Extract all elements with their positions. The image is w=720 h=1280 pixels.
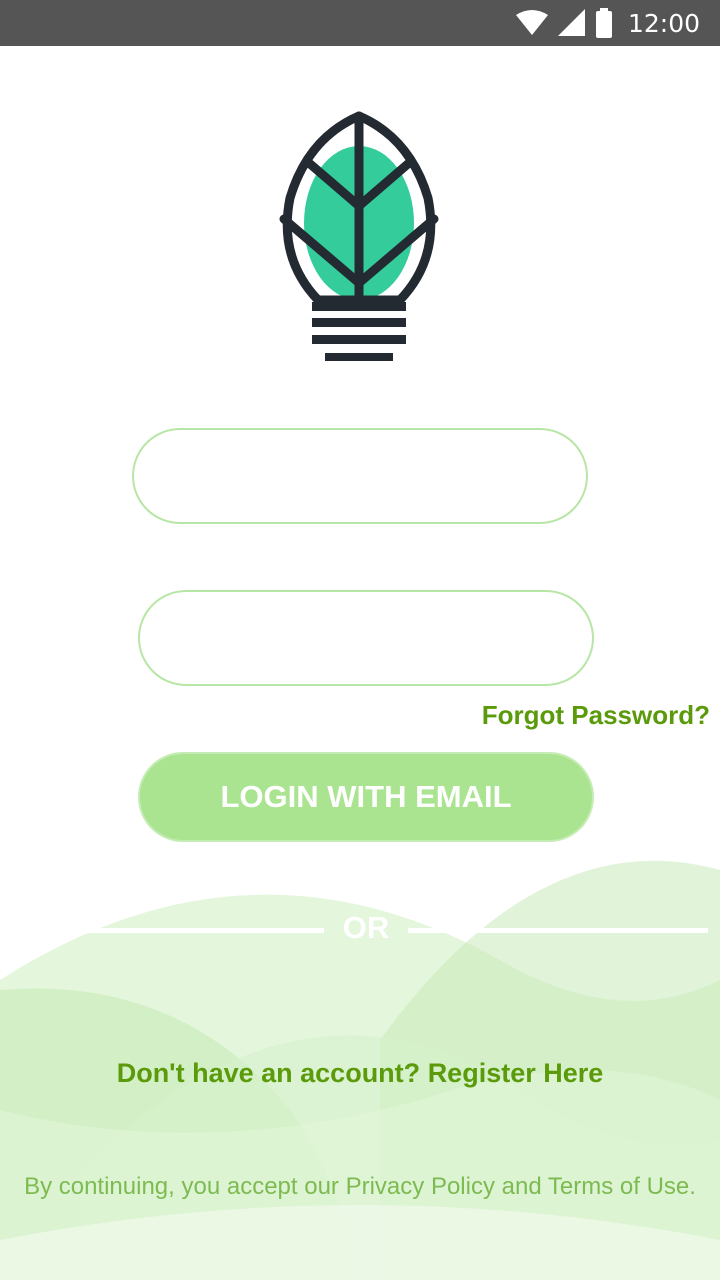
forgot-password-link[interactable]: Forgot Password? bbox=[482, 700, 710, 731]
email-input[interactable] bbox=[132, 428, 588, 524]
or-divider-right bbox=[408, 928, 708, 933]
status-icons: 12:00 bbox=[515, 0, 700, 46]
or-label: OR bbox=[342, 910, 390, 945]
bulb-base bbox=[312, 302, 406, 361]
battery-icon bbox=[595, 8, 612, 38]
password-input[interactable] bbox=[138, 590, 594, 686]
status-time: 12:00 bbox=[627, 8, 700, 38]
login-with-email-button[interactable]: LOGIN WITH EMAIL bbox=[138, 752, 594, 842]
cell-signal-icon bbox=[557, 9, 585, 36]
login-screen: 12:00 Forgot Password? LOGIN WITH EMAIL … bbox=[0, 0, 720, 1280]
register-here-link[interactable]: Register Here bbox=[428, 1058, 604, 1088]
status-bar: 12:00 bbox=[0, 0, 720, 46]
terms-notice[interactable]: By continuing, you accept our Privacy Po… bbox=[0, 1173, 720, 1201]
or-divider-left bbox=[0, 928, 324, 933]
wifi-icon bbox=[515, 10, 548, 35]
register-prompt[interactable]: Don't have an account? Register Here bbox=[0, 1058, 720, 1089]
register-prompt-text: Don't have an account? bbox=[116, 1058, 421, 1088]
leaf-bulb-logo bbox=[279, 111, 439, 361]
